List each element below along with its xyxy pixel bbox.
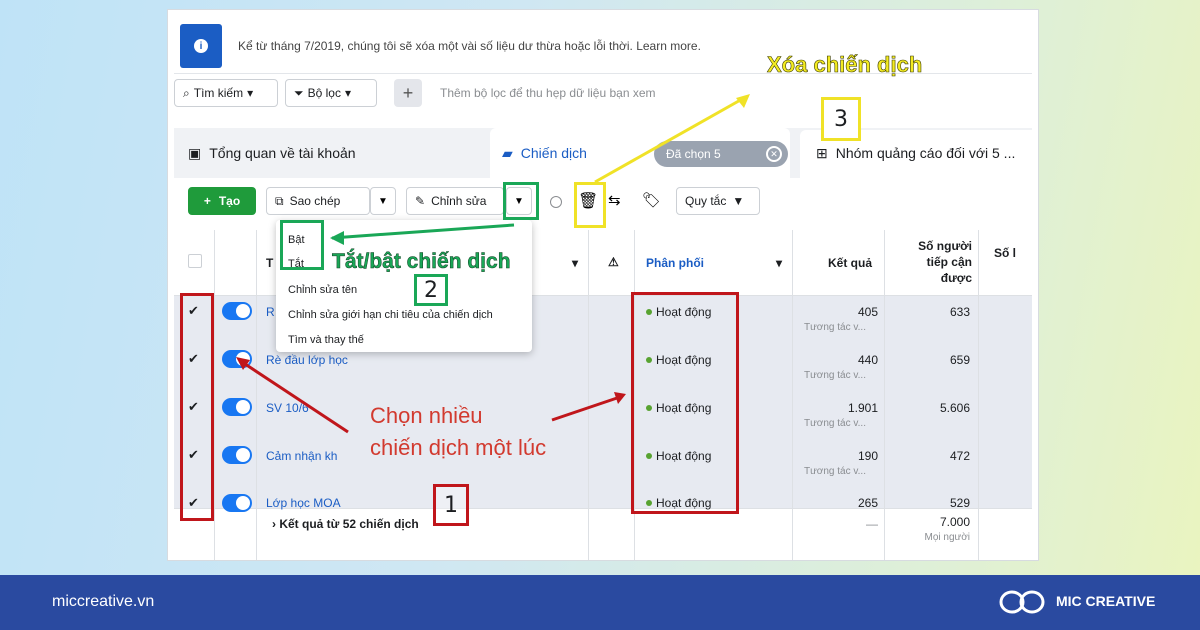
step-2-badge: 2 <box>414 274 448 306</box>
step-3-badge: 3 <box>821 97 861 141</box>
brand-name: MIC CREATIVE <box>1056 593 1156 609</box>
mic-logo-icon <box>999 590 1045 614</box>
multi-select-label-1: Chọn nhiều <box>370 403 483 428</box>
brand-footer: miccreative.vn MIC CREATIVE <box>0 575 1200 630</box>
site-url[interactable]: miccreative.vn <box>52 593 154 611</box>
step-1-badge: 1 <box>433 484 469 526</box>
delete-campaign-label: Xóa chiến dịch <box>767 52 923 78</box>
annotation-arrows <box>236 94 750 434</box>
multi-select-label-2: chiến dịch một lúc <box>370 435 547 460</box>
toggle-campaign-label: Tắt/bật chiến dịch <box>332 250 511 274</box>
